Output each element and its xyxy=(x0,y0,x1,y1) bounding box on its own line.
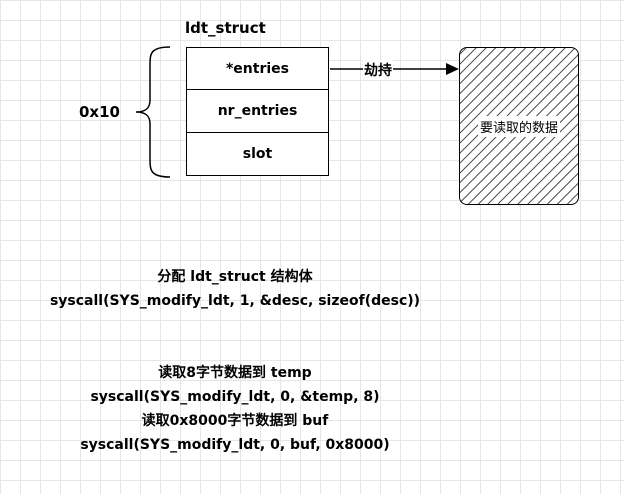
target-data-box: 要读取的数据 xyxy=(459,47,579,205)
hijack-label: 劫持 xyxy=(363,60,393,80)
caption-allocate: 分配 ldt_struct 结构体 syscall(SYS_modify_ldt… xyxy=(0,265,470,313)
caption-line: 读取8字节数据到 temp xyxy=(158,365,312,381)
caption-line: syscall(SYS_modify_ldt, 1, &desc, sizeof… xyxy=(49,293,421,309)
caption-read: 读取8字节数据到 temp syscall(SYS_modify_ldt, 0,… xyxy=(0,361,470,457)
hijack-arrow-head xyxy=(446,63,459,75)
caption-line: 分配 ldt_struct 结构体 xyxy=(157,269,313,285)
target-data-label: 要读取的数据 xyxy=(477,115,560,137)
caption-line: syscall(SYS_modify_ldt, 0, buf, 0x8000) xyxy=(80,437,390,453)
size-label: 0x10 xyxy=(79,103,120,121)
caption-line: syscall(SYS_modify_ldt, 0, &temp, 8) xyxy=(90,389,380,405)
caption-line: 读取0x8000字节数据到 buf xyxy=(141,413,329,429)
size-brace xyxy=(135,46,171,178)
